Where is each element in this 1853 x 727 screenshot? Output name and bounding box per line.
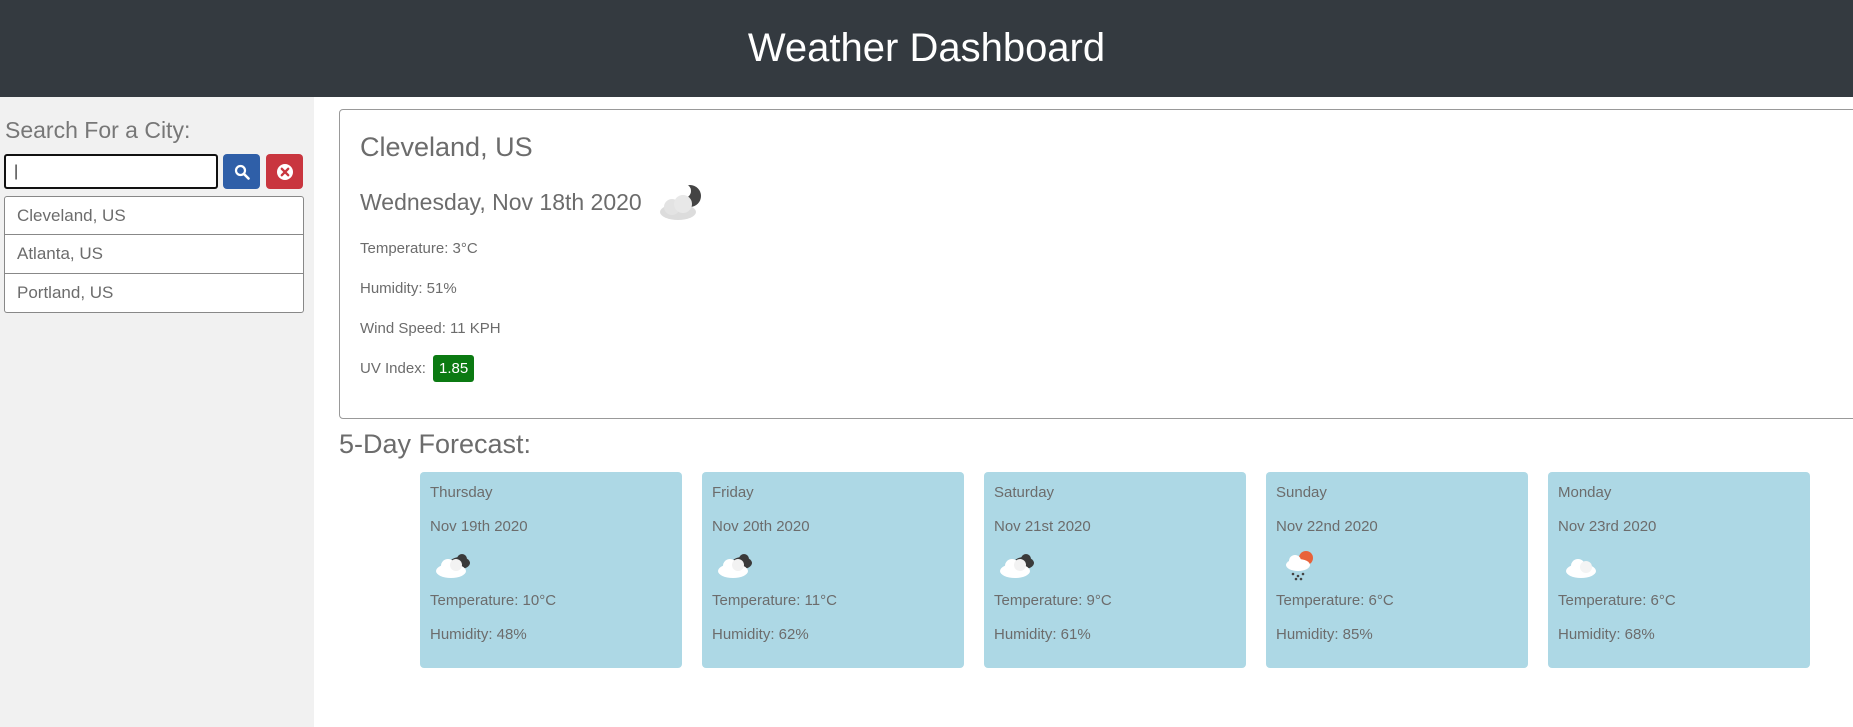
broken-clouds-icon xyxy=(436,554,470,578)
forecast-day: Sunday xyxy=(1276,484,1327,501)
search-label: Search For a City: xyxy=(5,117,191,143)
city-name: Cleveland, US xyxy=(360,132,533,162)
broken-clouds-icon xyxy=(718,554,752,578)
search-button[interactable] xyxy=(223,154,260,189)
forecast-card: Sunday Nov 22nd 2020 Temperature: 6°C Hu… xyxy=(1266,472,1528,668)
forecast-humidity: Humidity: 48% xyxy=(430,626,527,643)
forecast-card: Saturday Nov 21st 2020 Temperature: 9°C … xyxy=(984,472,1246,668)
forecast-temperature: Temperature: 9°C xyxy=(994,592,1112,609)
current-wind-speed: Wind Speed: 11 KPH xyxy=(360,320,501,337)
forecast-date: Nov 19th 2020 xyxy=(430,518,528,535)
uv-index-badge: 1.85 xyxy=(433,355,475,382)
forecast-title: 5-Day Forecast: xyxy=(339,429,532,459)
cloud-night-icon xyxy=(659,184,701,220)
current-humidity: Humidity: 51% xyxy=(360,280,457,297)
app-header: Weather Dashboard xyxy=(0,0,1853,97)
forecast-humidity: Humidity: 85% xyxy=(1276,626,1373,643)
forecast-card: Thursday Nov 19th 2020 Temperature: 10°C… xyxy=(420,472,682,668)
forecast-humidity: Humidity: 62% xyxy=(712,626,809,643)
history-item[interactable]: Cleveland, US xyxy=(4,196,304,235)
forecast-temperature: Temperature: 6°C xyxy=(1276,592,1394,609)
search-icon xyxy=(234,164,250,180)
forecast-temperature: Temperature: 10°C xyxy=(430,592,557,609)
uv-index-label: UV Index: xyxy=(360,360,426,377)
forecast-day: Friday xyxy=(712,484,754,501)
forecast-humidity: Humidity: 61% xyxy=(994,626,1091,643)
page-title: Weather Dashboard xyxy=(747,26,1106,70)
forecast-date: Nov 20th 2020 xyxy=(712,518,810,535)
forecast-card: Friday Nov 20th 2020 Temperature: 11°C H… xyxy=(702,472,964,668)
search-row xyxy=(4,154,303,189)
forecast-date: Nov 22nd 2020 xyxy=(1276,518,1378,535)
forecast-humidity: Humidity: 68% xyxy=(1558,626,1655,643)
forecast-date: Nov 21st 2020 xyxy=(994,518,1091,535)
search-history-list: Cleveland, US Atlanta, US Portland, US xyxy=(4,196,304,313)
date-row: Wednesday, Nov 18th 2020 xyxy=(360,182,710,222)
current-temperature: Temperature: 3°C xyxy=(360,240,478,257)
close-circle-icon xyxy=(276,163,293,180)
clear-button[interactable] xyxy=(266,154,303,189)
uv-index: UV Index: 1.85 xyxy=(360,355,475,382)
forecast-day: Saturday xyxy=(994,484,1055,501)
forecast-day: Monday xyxy=(1558,484,1612,501)
current-date: Wednesday, Nov 18th 2020 xyxy=(360,188,642,215)
sidebar: Search For a City: Cleveland, US Atlanta… xyxy=(0,97,314,727)
forecast-temperature: Temperature: 11°C xyxy=(712,592,837,609)
forecast-temperature: Temperature: 6°C xyxy=(1558,592,1676,609)
cloud-icon xyxy=(1566,559,1596,578)
forecast-day: Thursday xyxy=(430,484,493,501)
forecast-card: Monday Nov 23rd 2020 Temperature: 6°C Hu… xyxy=(1548,472,1810,668)
history-item[interactable]: Atlanta, US xyxy=(4,235,304,274)
history-item[interactable]: Portland, US xyxy=(4,274,304,313)
forecast-date: Nov 23rd 2020 xyxy=(1558,518,1657,535)
city-search-input[interactable] xyxy=(4,154,218,189)
current-weather-card: Cleveland, US Wednesday, Nov 18th 2020 T… xyxy=(339,109,1853,419)
sun-rain-icon xyxy=(1286,551,1313,581)
broken-clouds-icon xyxy=(1000,554,1034,578)
